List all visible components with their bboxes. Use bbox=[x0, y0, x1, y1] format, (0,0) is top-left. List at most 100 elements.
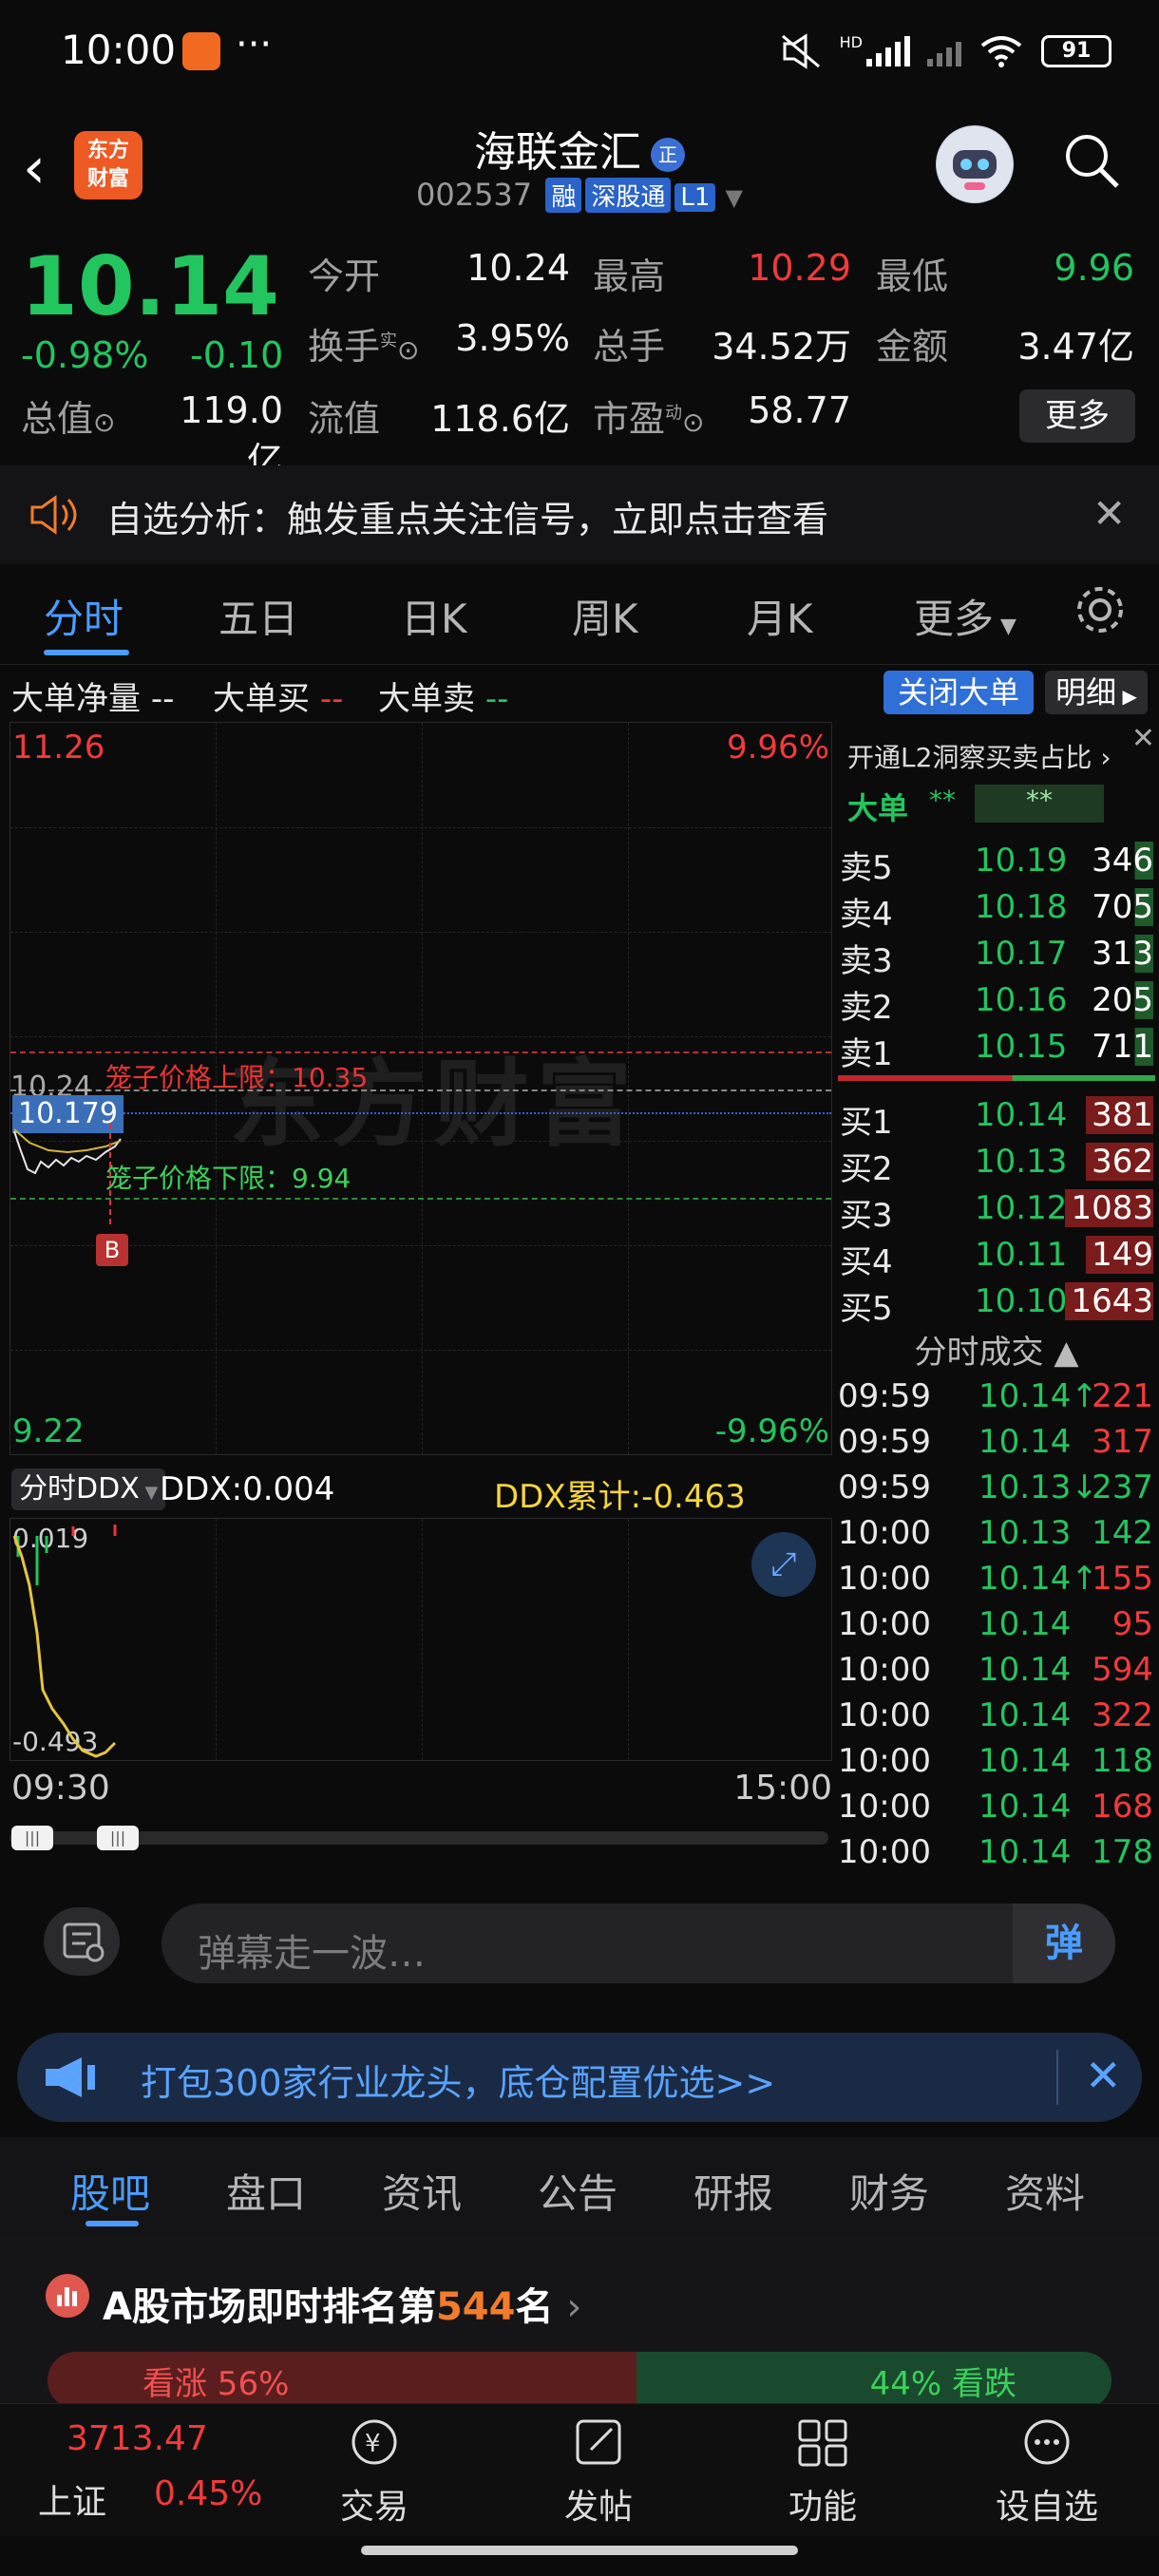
status-time: 10:00 bbox=[61, 27, 177, 73]
index-value[interactable]: 3713.47 bbox=[66, 2419, 208, 2458]
bid-row[interactable]: 买5 10.10 1643 bbox=[834, 1279, 1159, 1328]
ddx-sum-value: DDX累计:-0.463 bbox=[494, 1478, 746, 1516]
ddx-lines bbox=[12, 1525, 117, 1758]
battery-icon: 91 bbox=[1041, 35, 1112, 67]
turnover-label: 换手实⊙ bbox=[308, 326, 420, 368]
bottom-tab-indicator bbox=[86, 2221, 139, 2226]
sentiment-bar[interactable]: 看涨 56% 44% 看跌 bbox=[48, 2352, 1112, 2409]
ask-volume: 205 bbox=[1092, 981, 1153, 1019]
rank-chart-icon bbox=[46, 2274, 89, 2318]
wifi-icon bbox=[980, 36, 1022, 67]
bid-row[interactable]: 买1 10.14 381 bbox=[834, 1092, 1159, 1142]
l2-upgrade-link[interactable]: 开通L2洞察买卖占比 › bbox=[847, 737, 1112, 775]
tab-research[interactable]: 研报 bbox=[694, 2162, 773, 2220]
tab-financials[interactable]: 财务 bbox=[849, 2162, 929, 2220]
high-label: 最高 bbox=[593, 256, 666, 297]
notification-app-icon bbox=[182, 32, 220, 70]
bid-volume: 362 bbox=[1086, 1143, 1153, 1181]
bid-price: 10.13 bbox=[975, 1143, 1068, 1181]
nav-add-watchlist[interactable]: 设自选 bbox=[971, 2415, 1123, 2529]
settings-gear-icon[interactable] bbox=[1074, 583, 1127, 636]
scroll-handle-left[interactable]: ||| bbox=[11, 1826, 53, 1850]
trade-volume: 95 bbox=[1112, 1605, 1153, 1643]
trade-price: 10.13↓ bbox=[978, 1468, 1098, 1506]
current-price: 10.14 bbox=[21, 239, 280, 334]
trade-row: 10:00 10.14 118 bbox=[834, 1738, 1159, 1784]
nav-functions-label: 功能 bbox=[788, 2488, 857, 2527]
ask-row[interactable]: 卖4 10.18 705 bbox=[834, 884, 1159, 934]
notice-bar[interactable]: 自选分析：触发重点关注信号，立即点击查看 ✕ bbox=[0, 465, 1159, 564]
search-icon[interactable] bbox=[1062, 131, 1121, 190]
market-rank-card[interactable]: A股市场即时排名第544名 › 看涨 56% 44% 看跌 bbox=[0, 2236, 1159, 2409]
trade-price: 10.14↑ bbox=[978, 1377, 1098, 1415]
high-value: 10.29 bbox=[748, 247, 851, 289]
tab-weekly-k[interactable]: 周K bbox=[572, 587, 638, 645]
float-label: 流值 bbox=[308, 398, 381, 440]
active-tab-indicator bbox=[44, 650, 129, 655]
tab-intraday[interactable]: 分时 bbox=[44, 587, 124, 645]
dropdown-icon: ▼ bbox=[725, 184, 744, 211]
index-name[interactable]: 上证 bbox=[38, 2474, 106, 2524]
tab-monthly-k[interactable]: 月K bbox=[747, 587, 813, 645]
ddx-value: DDX:0.004 bbox=[160, 1470, 335, 1508]
ask-row[interactable]: 卖3 10.17 313 bbox=[834, 931, 1159, 980]
home-indicator[interactable] bbox=[361, 2546, 798, 2555]
nav-trade[interactable]: ¥ 交易 bbox=[298, 2415, 450, 2529]
ask-row[interactable]: 卖1 10.15 711 bbox=[834, 1024, 1159, 1073]
promo-banner[interactable]: 打包300家行业龙头，底仓配置优选>> ✕ bbox=[17, 2033, 1142, 2122]
trade-volume: 142 bbox=[1092, 1514, 1153, 1552]
indicator-selector[interactable]: 分时DDX ▼ bbox=[11, 1468, 166, 1510]
nav-post[interactable]: 发帖 bbox=[522, 2415, 674, 2529]
danmaku-placeholder: 弹幕走一波… bbox=[198, 1932, 426, 1976]
close-big-order-button[interactable]: 关闭大单 bbox=[884, 671, 1034, 714]
bullish-bar bbox=[48, 2352, 636, 2409]
trade-price: 10.14 bbox=[978, 1605, 1072, 1643]
intraday-chart[interactable]: 东方财富 11.26 9.96% 9.22 -9.96% 笼子价格上限：10.3… bbox=[10, 722, 832, 1455]
tab-forum[interactable]: 股吧 bbox=[70, 2162, 150, 2220]
bid-label: 买1 bbox=[840, 1104, 893, 1142]
danmaku-send-button[interactable]: 弹 bbox=[1013, 1904, 1115, 1983]
close-promo-icon[interactable]: ✕ bbox=[1085, 2050, 1122, 2101]
trade-time: 10:00 bbox=[838, 1605, 931, 1643]
trade-volume: 168 bbox=[1092, 1788, 1153, 1826]
stock-header: ‹ 东方 财富 海联金汇正 002537 融深股通 L1 ▼ bbox=[0, 104, 1159, 226]
trade-price: 10.14 bbox=[978, 1742, 1072, 1780]
close-l2-icon[interactable]: ✕ bbox=[1131, 722, 1155, 755]
detail-button[interactable]: 明细 ▶ bbox=[1045, 671, 1148, 714]
ask-row[interactable]: 卖5 10.19 346 bbox=[834, 838, 1159, 887]
scroll-handle-right[interactable]: ||| bbox=[97, 1826, 139, 1850]
bearish-label: 44% 看跌 bbox=[869, 2365, 1016, 2403]
more-button[interactable]: 更多 bbox=[1019, 389, 1135, 443]
trade-time: 10:00 bbox=[838, 1696, 931, 1734]
chart-scrollbar[interactable]: ||| ||| bbox=[10, 1826, 828, 1850]
index-pct[interactable]: 0.45% bbox=[154, 2474, 262, 2513]
tab-orderbook[interactable]: 盘口 bbox=[226, 2162, 306, 2220]
close-icon[interactable]: ✕ bbox=[1092, 490, 1126, 537]
bullish-label: 看涨 56% bbox=[142, 2365, 290, 2403]
tab-news[interactable]: 资讯 bbox=[382, 2162, 462, 2220]
tab-five-day[interactable]: 五日 bbox=[218, 587, 298, 645]
ask-label: 卖3 bbox=[840, 942, 893, 980]
time-start: 09:30 bbox=[11, 1769, 110, 1808]
expand-icon[interactable]: ⤢ bbox=[751, 1532, 816, 1597]
tab-daily-k[interactable]: 日K bbox=[401, 587, 467, 645]
trade-row: 09:59 10.14↑ 221 bbox=[834, 1373, 1159, 1419]
tab-profile[interactable]: 资料 bbox=[1005, 2162, 1085, 2220]
trade-volume: 322 bbox=[1092, 1696, 1153, 1734]
nav-functions[interactable]: 功能 bbox=[747, 2415, 899, 2529]
ask-label: 卖5 bbox=[840, 849, 893, 887]
danmaku-toggle-icon[interactable] bbox=[44, 1907, 120, 1976]
ask-row[interactable]: 卖2 10.16 205 bbox=[834, 977, 1159, 1027]
trades-title[interactable]: 分时成交 ▲ bbox=[834, 1326, 1159, 1373]
bid-row[interactable]: 买2 10.13 362 bbox=[834, 1139, 1159, 1188]
bid-row[interactable]: 买4 10.11 149 bbox=[834, 1232, 1159, 1281]
trade-row: 10:00 10.14 95 bbox=[834, 1601, 1159, 1647]
time-end: 15:00 bbox=[733, 1769, 832, 1808]
buy-marker[interactable]: B bbox=[96, 1234, 128, 1266]
tab-announcements[interactable]: 公告 bbox=[538, 2162, 618, 2220]
assistant-robot-icon[interactable] bbox=[936, 125, 1014, 203]
ddx-chart[interactable]: 0.019 -0.493 ⤢ bbox=[10, 1518, 832, 1761]
grid-icon bbox=[798, 2419, 847, 2467]
bid-row[interactable]: 买3 10.12 1083 bbox=[834, 1185, 1159, 1235]
tab-more[interactable]: 更多 ▼ bbox=[914, 587, 1016, 645]
